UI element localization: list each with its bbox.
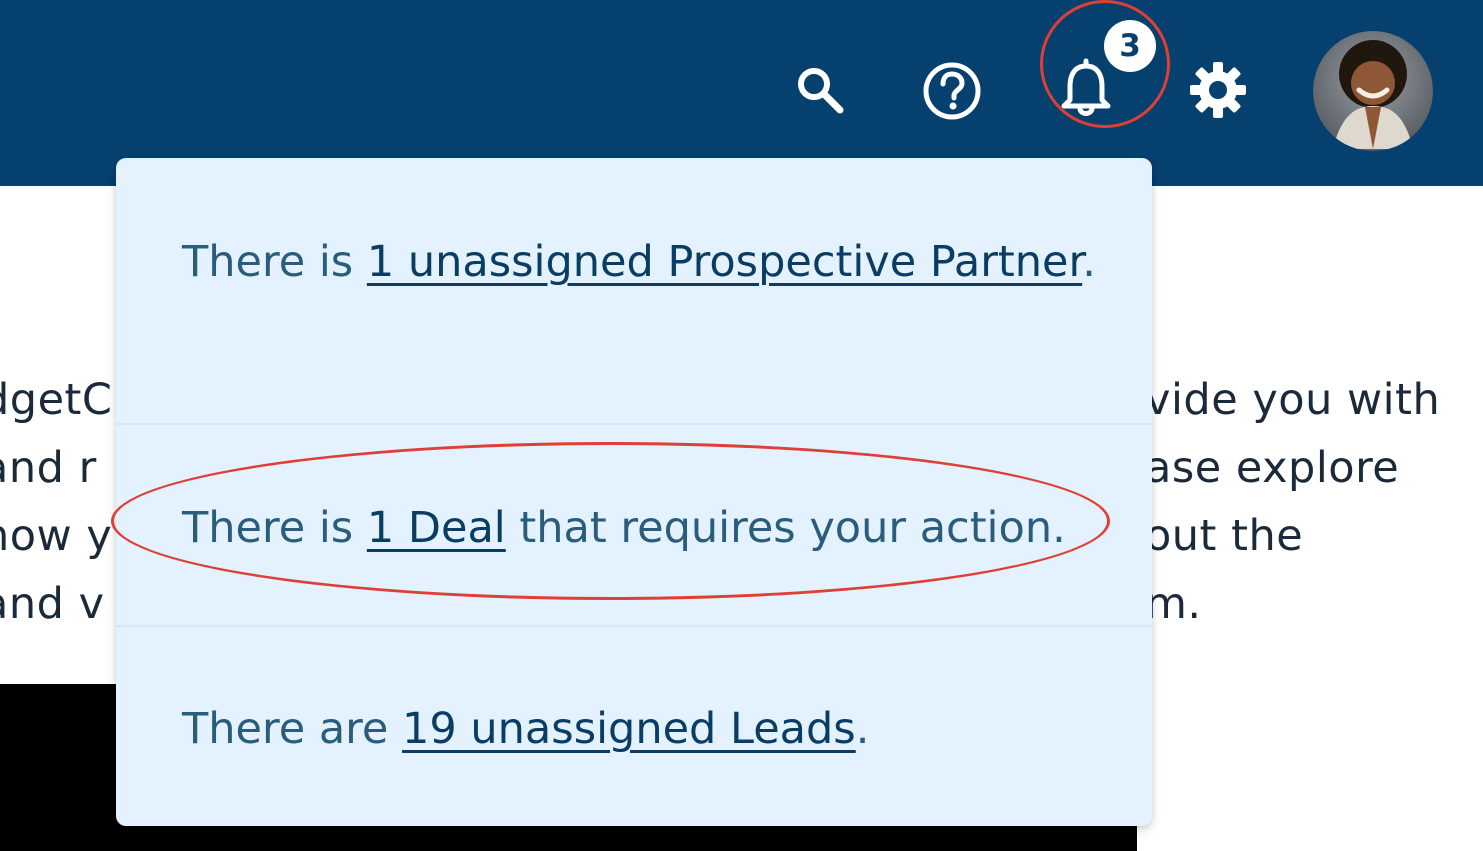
gear-icon[interactable] — [1186, 58, 1250, 122]
background-text-line: out the — [1145, 511, 1304, 561]
background-paragraph-right-fragment: vide you with ase explore out the m. — [1145, 366, 1483, 638]
notification-prefix: There is — [182, 503, 367, 553]
notification-prefix: There are — [182, 704, 403, 754]
notification-item-deal: There is 1 Deal that requires your actio… — [116, 494, 1152, 562]
notification-suffix: that requires your action. — [505, 503, 1066, 553]
background-text-line: and v — [0, 579, 105, 629]
unassigned-leads-link[interactable]: 19 unassigned Leads — [402, 704, 856, 754]
notification-item-leads: There are 19 unassigned Leads. — [116, 695, 1152, 763]
background-text-line: now y — [0, 511, 113, 561]
background-paragraph-left-fragment: dgetC and r now y and v — [0, 366, 122, 638]
notification-divider — [116, 423, 1152, 425]
notification-divider — [116, 625, 1152, 627]
background-text-line: vide you with — [1145, 375, 1441, 425]
bell-annotation-circle — [1040, 0, 1170, 128]
prospective-partner-link[interactable]: 1 unassigned Prospective Partner — [367, 237, 1082, 287]
background-text-line: ase explore — [1145, 443, 1400, 493]
search-icon[interactable] — [791, 64, 849, 116]
notifications-dropdown: There is 1 unassigned Prospective Partne… — [116, 158, 1152, 826]
page: 3 getC nd r ow y nd v vide you with ase … — [0, 0, 1483, 851]
notification-prefix: There is — [182, 237, 367, 287]
help-icon[interactable] — [921, 60, 983, 122]
user-avatar[interactable] — [1313, 31, 1433, 151]
deal-link[interactable]: 1 Deal — [367, 503, 506, 553]
notification-item-prospective-partner: There is 1 unassigned Prospective Partne… — [116, 228, 1152, 296]
background-text-line: m. — [1145, 579, 1202, 629]
background-text-line: dgetC — [0, 375, 113, 425]
notification-suffix: . — [855, 704, 870, 754]
background-text-line: and r — [0, 443, 97, 493]
notification-suffix: . — [1082, 237, 1096, 287]
